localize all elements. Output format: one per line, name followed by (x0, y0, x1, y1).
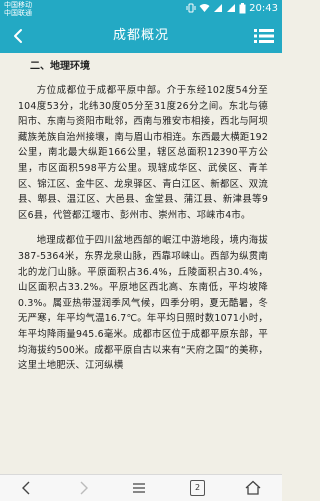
nav-forward-button[interactable] (74, 479, 92, 497)
paragraph-location: 方位成都位于成都平原中部。介于东经102度54分至104度53分，北纬30度05… (18, 85, 268, 221)
clock: 20:43 (249, 3, 278, 14)
carrier-info: 中国移动 中国联通 (4, 1, 32, 17)
status-bar: 中国移动 中国联通 20:43 (0, 0, 282, 19)
list-menu-icon (254, 29, 274, 43)
article-content[interactable]: 二、地理环境 方位成都位于成都平原中部。介于东经102度54分至104度53分，… (0, 53, 282, 474)
hamburger-icon (133, 483, 145, 493)
section-heading: 二、地理环境 (30, 61, 90, 72)
bottom-navigation: 2 (0, 474, 282, 501)
signal-icon-2 (226, 3, 236, 15)
nav-menu-button[interactable] (130, 479, 148, 497)
arrow-left-icon (22, 481, 30, 495)
wifi-icon (199, 3, 210, 15)
page-title: 成都概况 (112, 28, 169, 43)
menu-button[interactable] (254, 28, 274, 44)
carrier-line-1: 中国移动 (4, 1, 32, 9)
battery-icon (239, 2, 246, 16)
signal-icon (213, 3, 223, 15)
tabs-count-button[interactable]: 2 (190, 480, 205, 496)
status-icons: 20:43 (186, 2, 278, 16)
arrow-right-icon (80, 481, 88, 495)
home-icon (245, 480, 261, 495)
nav-home-button[interactable] (244, 479, 262, 497)
carrier-line-2: 中国联通 (4, 9, 32, 17)
paragraph-geography: 地理成都位于四川盆地西部的岷江中游地段，境内海拔387-5364米，东界龙泉山脉… (18, 235, 268, 372)
vibrate-icon (186, 3, 196, 15)
nav-back-button[interactable] (18, 479, 36, 497)
title-bar: 成都概况 (0, 19, 282, 53)
